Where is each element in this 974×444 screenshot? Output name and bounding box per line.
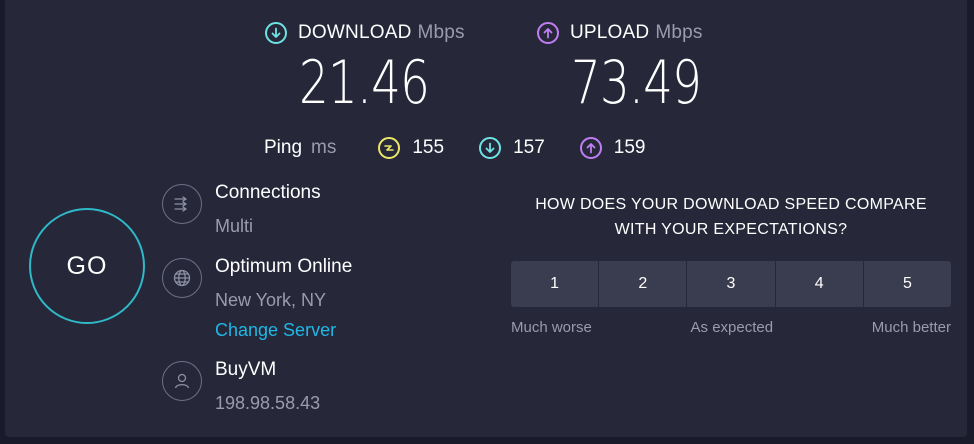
upload-header: UPLOAD Mbps: [537, 20, 738, 46]
ping-download: 157: [479, 137, 545, 159]
connections-value[interactable]: Multi: [215, 213, 321, 239]
arrow-up-circle-icon: [579, 137, 602, 159]
host-name: BuyVM: [215, 359, 277, 380]
ping-row: Ping ms 155 157 159: [264, 134, 680, 162]
rating-option-4[interactable]: 4: [776, 261, 864, 307]
ping-upload: 159: [579, 137, 646, 159]
server-name: Optimum Online: [215, 256, 353, 277]
arrow-down-circle-icon: [265, 22, 287, 44]
survey-question: HOW DOES YOUR DOWNLOAD SPEED COMPARE WIT…: [511, 192, 951, 242]
download-unit: Mbps: [417, 22, 465, 43]
go-button[interactable]: GO: [29, 208, 145, 324]
ping-upload-value: 159: [613, 137, 646, 158]
survey-question-line1: HOW DOES YOUR DOWNLOAD SPEED COMPARE: [535, 196, 927, 213]
app-window: DOWNLOAD Mbps 21.46 UPLOAD Mbps 73.49 Pi…: [0, 0, 974, 444]
ping-download-value: 157: [513, 137, 545, 158]
ping-label: Ping: [264, 137, 303, 158]
change-server-link[interactable]: Change Server: [215, 317, 352, 343]
ping-idle-value: 155: [412, 137, 445, 158]
rating-scale: 1 2 3 4 5: [511, 261, 951, 307]
rating-option-3[interactable]: 3: [687, 261, 776, 307]
speedtest-panel: DOWNLOAD Mbps 21.46 UPLOAD Mbps 73.49 Pi…: [5, 0, 967, 437]
lightning-circle-icon: [378, 137, 401, 159]
connections-title: Connections: [215, 182, 321, 203]
server-location: New York, NY: [215, 290, 327, 310]
upload-label: UPLOAD: [570, 22, 650, 43]
rating-option-2[interactable]: 2: [599, 261, 688, 307]
survey-question-line2: WITH YOUR EXPECTATIONS?: [614, 221, 848, 238]
globe-icon: [162, 258, 202, 298]
upload-block: UPLOAD Mbps 73.49: [537, 20, 738, 118]
rating-option-5[interactable]: 5: [864, 261, 951, 307]
connections-info: Connections Multi: [162, 180, 321, 239]
download-label: DOWNLOAD: [298, 22, 412, 43]
upload-unit: Mbps: [655, 22, 703, 43]
download-header: DOWNLOAD Mbps: [265, 20, 466, 46]
arrow-up-circle-icon: [537, 22, 559, 44]
ping-unit: ms: [311, 137, 337, 158]
arrow-down-circle-icon: [479, 137, 502, 159]
download-block: DOWNLOAD Mbps 21.46: [265, 20, 466, 118]
connections-icon: [162, 184, 202, 224]
rating-label-mid: As expected: [690, 319, 774, 336]
ping-idle: 155: [378, 137, 444, 159]
host-info: BuyVM 198.98.58.43: [162, 357, 320, 416]
download-value: 21.46: [299, 48, 430, 118]
rating-label-high: Much better: [871, 319, 951, 336]
upload-value: 73.49: [571, 48, 702, 118]
rating-label-low: Much worse: [511, 319, 592, 336]
rating-labels: Much worse As expected Much better: [511, 319, 951, 336]
host-ip: 198.98.58.43: [215, 393, 321, 413]
user-icon: [162, 361, 202, 401]
rating-option-1[interactable]: 1: [511, 261, 600, 307]
server-info: Optimum Online New York, NY Change Serve…: [162, 254, 352, 343]
speed-expectation-survey: HOW DOES YOUR DOWNLOAD SPEED COMPARE WIT…: [511, 192, 951, 336]
